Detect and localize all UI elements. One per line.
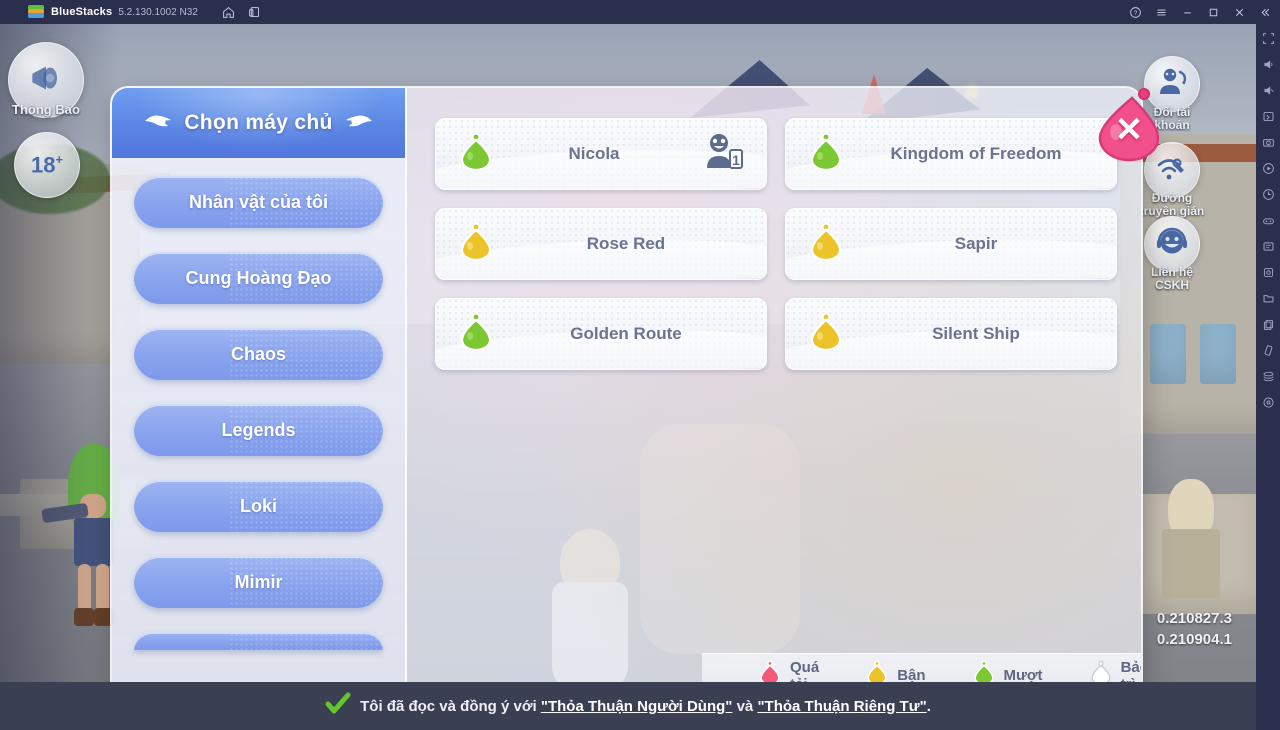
age-rating-badge[interactable]: 18+: [14, 132, 80, 198]
macro-icon[interactable]: [1260, 238, 1276, 254]
game-viewport[interactable]: Thông Báo 18+ Đổi tài khoản Đường truyền…: [0, 24, 1256, 730]
record-icon[interactable]: [1260, 160, 1276, 176]
sidebar-item-label: Cung Hoàng Đạo: [185, 267, 332, 288]
right-hud-support[interactable]: Liên hệ CSKH: [1144, 216, 1228, 292]
user-agreement-link[interactable]: "Thỏa Thuận Người Dùng": [541, 698, 733, 715]
app-version: 5.2.130.1002 N32: [118, 6, 198, 18]
dialog-content: Nicola 1 Kingdom of Freedom Rose Red Sap…: [407, 88, 1141, 697]
close-dialog-button[interactable]: ✕: [1092, 86, 1166, 166]
sidebar-item-label: Mimir: [234, 571, 283, 592]
bluestacks-sidebar: [1256, 24, 1280, 730]
rotate-icon[interactable]: [1260, 186, 1276, 202]
bluestacks-logo-icon: [28, 5, 44, 19]
server-name: Kingdom of Freedom: [890, 144, 1062, 163]
gamepad-icon[interactable]: [1260, 212, 1276, 228]
eco-mode-icon[interactable]: [1260, 264, 1276, 280]
character-present-icon: 1: [703, 132, 745, 177]
help-icon[interactable]: ?: [1124, 1, 1146, 23]
server-card-nicola[interactable]: Nicola 1: [435, 118, 767, 190]
maximize-icon[interactable]: [1202, 1, 1224, 23]
bluestacks-titlebar: BlueStacks 5.2.130.1002 N32 ?: [0, 0, 1280, 24]
menu-icon[interactable]: [1150, 1, 1172, 23]
sidebar-item-label: Nhân vật của tôi: [188, 191, 329, 212]
agreement-suffix: .: [926, 697, 931, 715]
agreement-prefix: Tôi đã đọc và đồng ý với: [360, 697, 537, 715]
server-card-grid: Nicola 1 Kingdom of Freedom Rose Red Sap…: [435, 118, 1117, 370]
svg-text:?: ?: [1133, 9, 1137, 16]
server-name: Rose Red: [586, 234, 666, 253]
agreement-text: Tôi đã đọc và đồng ý với "Thỏa Thuận Ngư…: [360, 698, 931, 715]
close-icon: ✕: [1114, 111, 1144, 149]
server-card-sapir[interactable]: Sapir: [785, 208, 1117, 280]
sidebar-item-label: Legends: [221, 419, 296, 440]
folder-icon[interactable]: [1260, 290, 1276, 306]
wing-icon-right: [344, 112, 374, 135]
titlebar-left-icons: [214, 1, 266, 23]
version-line-1: 0.210827.3: [1156, 610, 1232, 627]
server-select-dialog: Chọn máy chủ Nhân vật của tôi Cung Hoàng…: [110, 86, 1143, 699]
minimize-icon[interactable]: [1176, 1, 1198, 23]
sidebar-item-cung-hoang-dao[interactable]: Cung Hoàng Đạo: [134, 252, 383, 304]
server-name: Silent Ship: [932, 324, 1020, 343]
collapse-icon[interactable]: [1254, 1, 1276, 23]
shake-icon[interactable]: [1260, 342, 1276, 358]
home-icon[interactable]: [218, 1, 240, 23]
notice-label: Thông Báo: [12, 102, 80, 117]
server-name: Sapir: [954, 234, 998, 253]
server-card-silent-ship[interactable]: Silent Ship: [785, 298, 1117, 370]
sidebar-item-legends[interactable]: Legends: [134, 404, 383, 456]
customer-support-icon: [1154, 224, 1190, 265]
agreement-conjunction: và: [736, 697, 754, 715]
server-card-rose-red[interactable]: Rose Red: [435, 208, 767, 280]
sidebar-item-my-characters[interactable]: Nhân vật của tôi: [134, 176, 383, 228]
version-overlay: 0.210827.3 0.210904.1: [1157, 608, 1232, 650]
multi-instance-icon[interactable]: [244, 1, 266, 23]
volume-up-icon[interactable]: [1260, 56, 1276, 72]
sidebar-item-label: Loki: [239, 495, 277, 516]
server-name: Golden Route: [570, 324, 682, 343]
version-line-2: 0.210904.1: [1156, 631, 1232, 648]
copy-icon[interactable]: [1260, 316, 1276, 332]
server-card-golden-route[interactable]: Golden Route: [435, 298, 767, 370]
sidebar-item-label: Chaos: [230, 343, 286, 364]
dialog-header: Chọn máy chủ: [112, 88, 405, 158]
volume-down-icon[interactable]: [1260, 82, 1276, 98]
server-card-kingdom-of-freedom[interactable]: Kingdom of Freedom: [785, 118, 1117, 190]
privacy-agreement-link[interactable]: "Thỏa Thuận Riêng Tư": [757, 698, 926, 715]
app-title: BlueStacks: [51, 6, 113, 18]
fullscreen-icon[interactable]: [1260, 30, 1276, 46]
keyboard-icon[interactable]: [1260, 108, 1276, 124]
dialog-title: Chọn máy chủ: [184, 111, 333, 134]
settings-icon[interactable]: [1260, 394, 1276, 410]
sidebar-item-list: Nhân vật của tôi Cung Hoàng Đạo Chaos Le…: [112, 158, 405, 650]
svg-text:1: 1: [732, 152, 740, 168]
titlebar-window-controls: ?: [1120, 1, 1276, 23]
green-check-icon[interactable]: [325, 692, 351, 721]
megaphone-icon: [25, 57, 67, 104]
screenshot-icon[interactable]: [1260, 134, 1276, 150]
sidebar-item-loki[interactable]: Loki: [134, 480, 383, 532]
sidebar-item-mimir[interactable]: Mimir: [134, 556, 383, 608]
agreement-bar: Tôi đã đọc và đồng ý với "Thỏa Thuận Ngư…: [0, 682, 1256, 730]
age-rating-text: 18+: [30, 151, 64, 178]
wing-icon-left: [143, 112, 173, 135]
dialog-sidebar: Chọn máy chủ Nhân vật của tôi Cung Hoàng…: [112, 88, 407, 697]
sidebar-item-next-partial[interactable]: [134, 632, 383, 650]
sidebar-item-chaos[interactable]: Chaos: [134, 328, 383, 380]
multi-instance-icon[interactable]: [1260, 368, 1276, 384]
server-name: Nicola: [568, 144, 620, 163]
close-icon[interactable]: [1228, 1, 1250, 23]
